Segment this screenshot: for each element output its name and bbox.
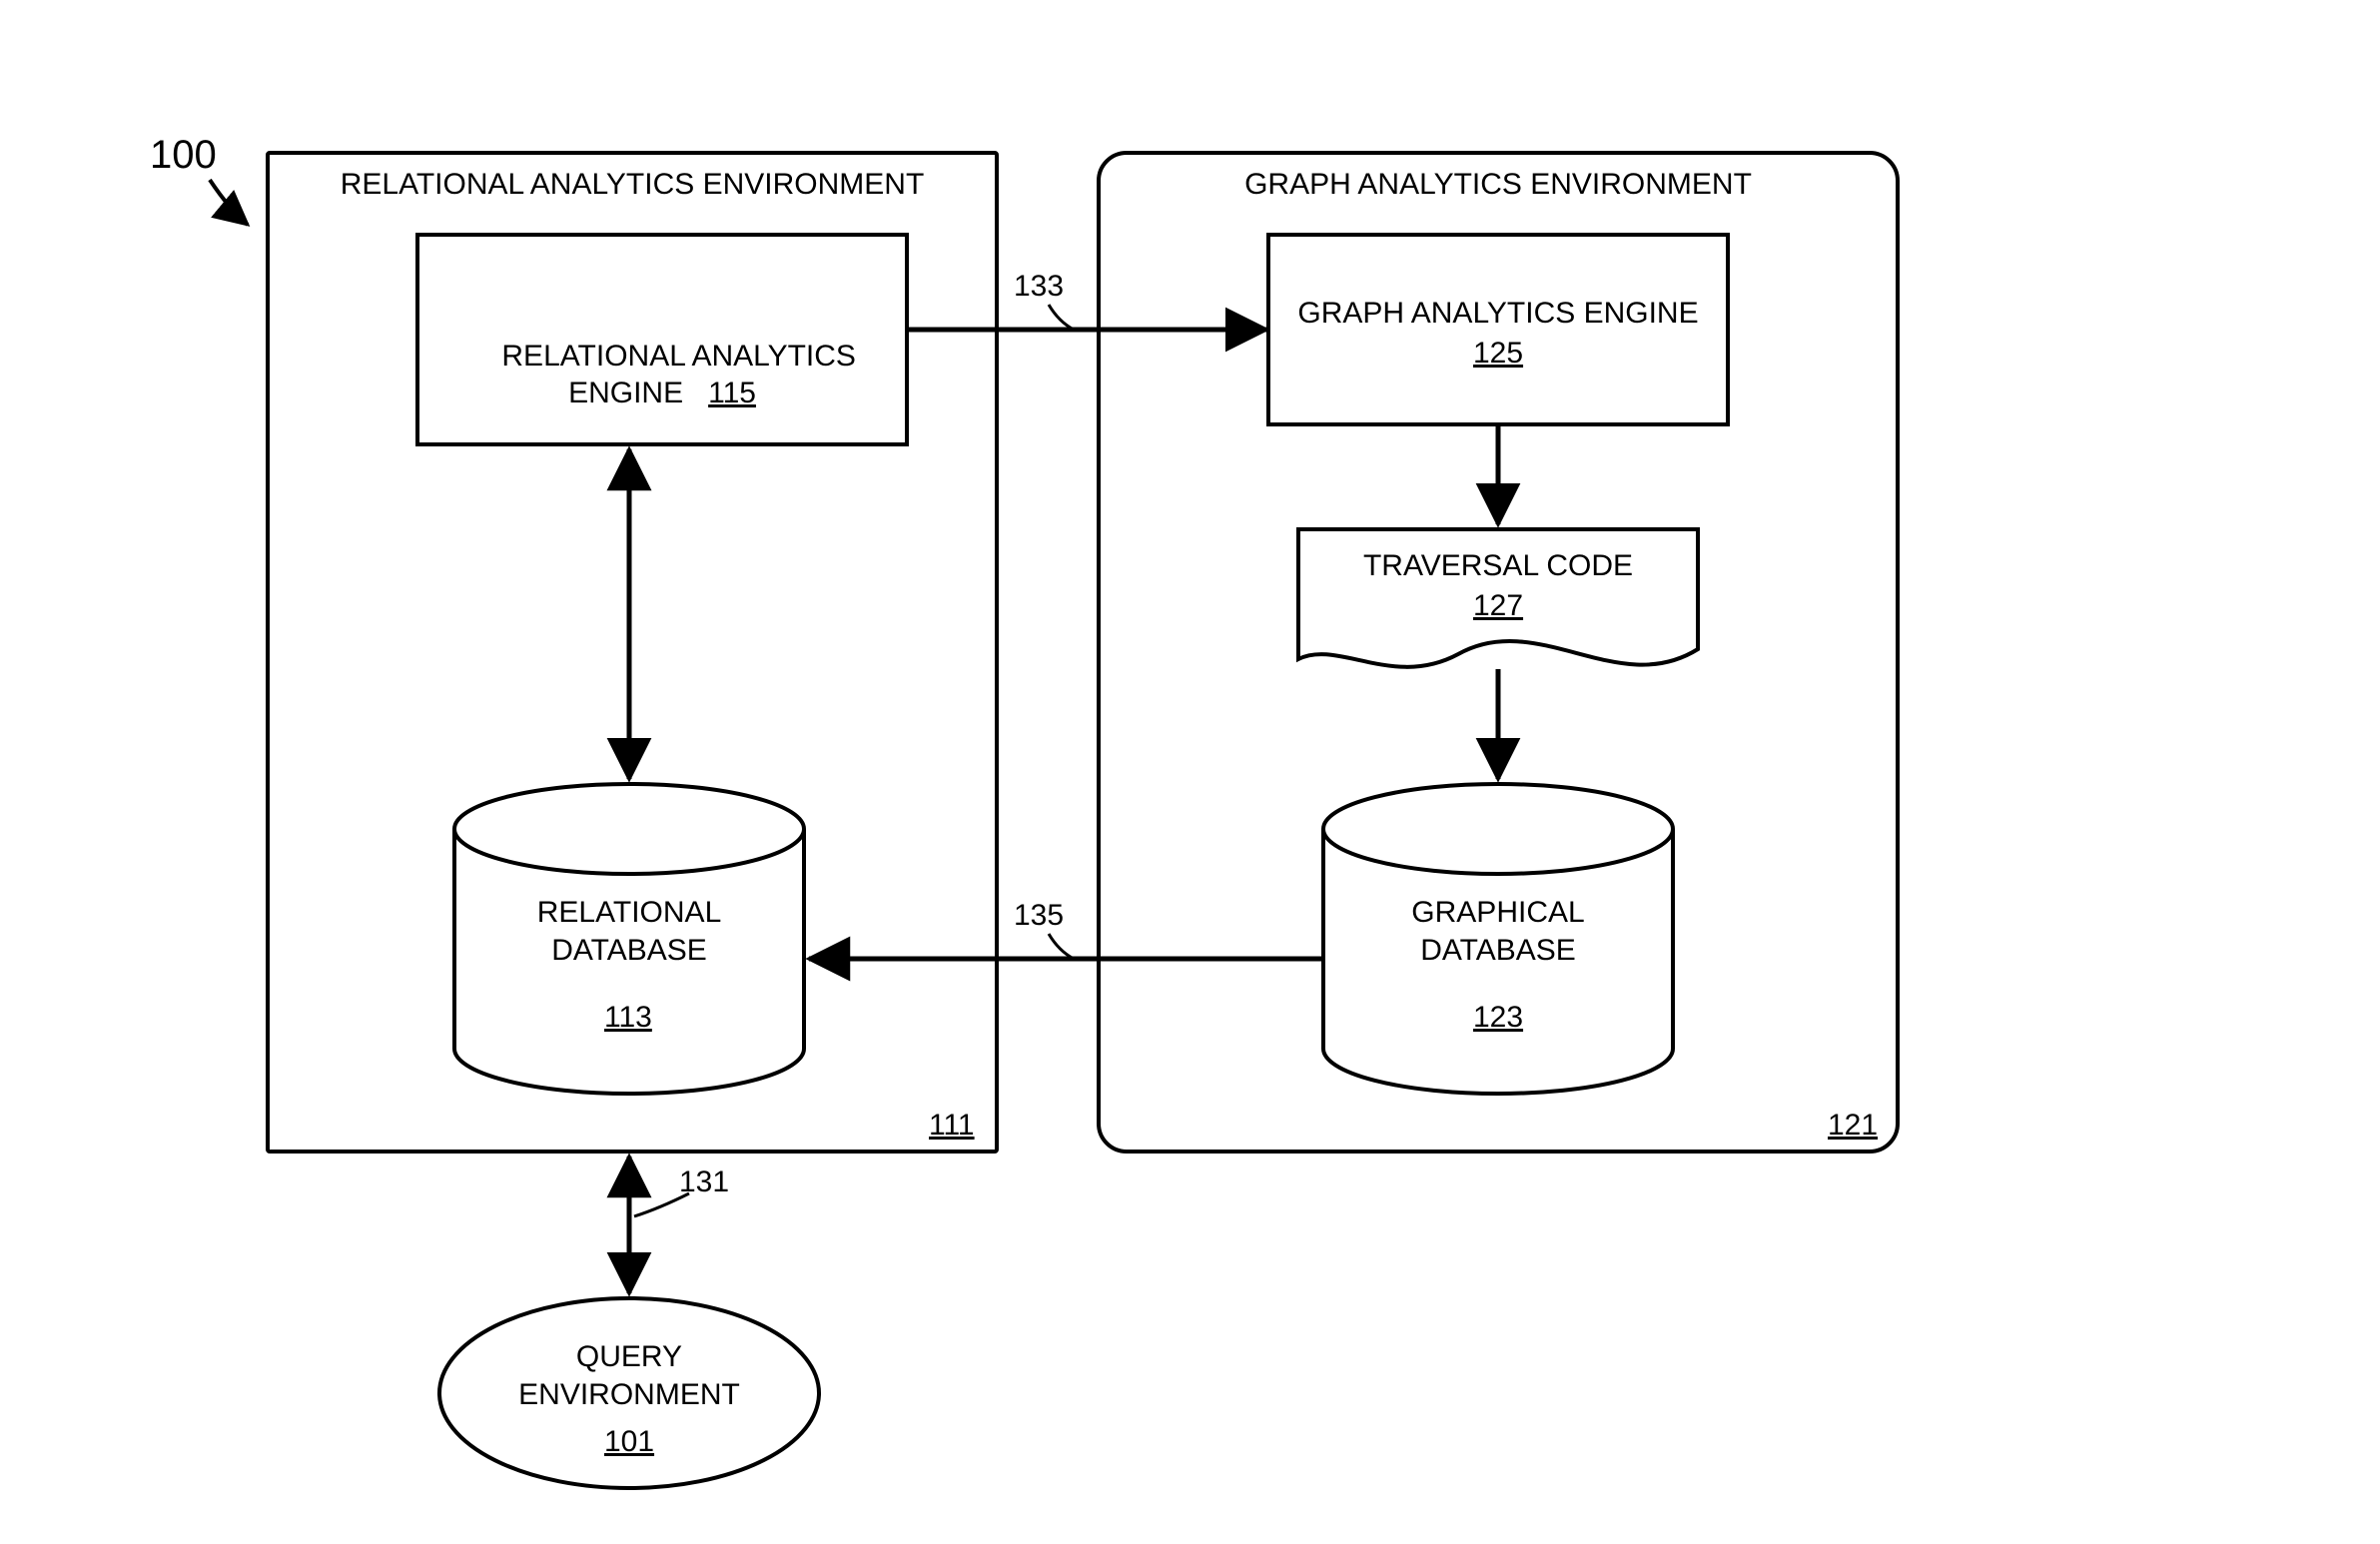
relational-engine-label: RELATIONAL ANALYTICS ENGINE 115 <box>417 300 907 449</box>
relational-engine-ref: 115 <box>708 377 756 409</box>
query-env-label: QUERY ENVIRONMENT <box>439 1338 819 1413</box>
graph-engine-ref: 125 <box>1473 335 1523 373</box>
relational-db-label: RELATIONAL DATABASE <box>454 894 804 969</box>
graph-env-ref: 121 <box>1828 1107 1878 1145</box>
connector-135-label: 135 <box>1014 897 1064 935</box>
query-env-ref: 101 <box>604 1423 654 1461</box>
traversal-code-label: TRAVERSAL CODE <box>1298 547 1698 585</box>
diagram-svg <box>0 0 2380 1544</box>
figure-ref: 100 <box>150 130 217 180</box>
connector-131-label: 131 <box>679 1163 729 1201</box>
relational-env-title: RELATIONAL ANALYTICS ENVIRONMENT <box>268 166 997 204</box>
relational-env-ref: 111 <box>929 1107 975 1145</box>
graph-engine-label: GRAPH ANALYTICS ENGINE <box>1268 295 1728 333</box>
graphical-db-ref: 123 <box>1473 999 1523 1037</box>
traversal-code-ref: 127 <box>1473 587 1523 625</box>
relational-engine-text: RELATIONAL ANALYTICS ENGINE <box>501 340 856 410</box>
graph-env-title: GRAPH ANALYTICS ENVIRONMENT <box>1099 166 1898 204</box>
diagram-stage: 100 RELATIONAL ANALYTICS ENVIRONMENT 111… <box>0 0 2380 1544</box>
connector-133-label: 133 <box>1014 268 1064 306</box>
relational-db-ref: 113 <box>604 999 652 1037</box>
graphical-db-label: GRAPHICAL DATABASE <box>1323 894 1673 969</box>
